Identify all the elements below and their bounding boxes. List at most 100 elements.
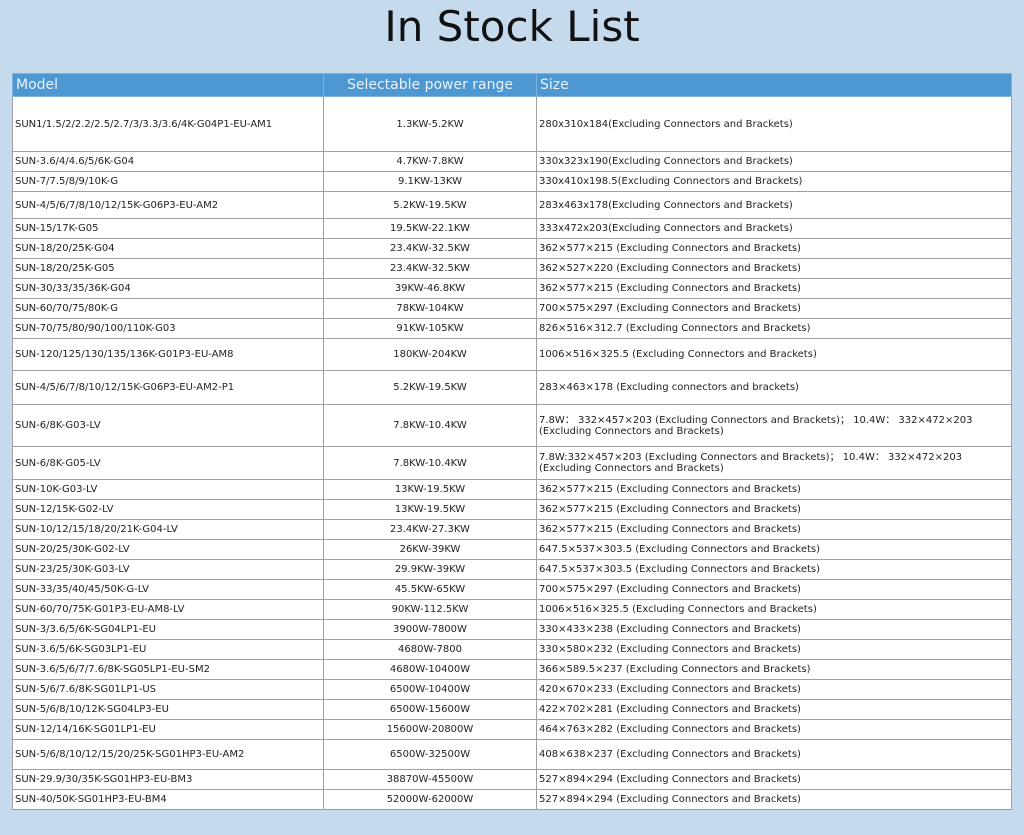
power-range-cell: 90KW-112.5KW xyxy=(323,599,537,620)
size-cell: 422×702×281 (Excluding Connectors and Br… xyxy=(536,699,1012,720)
size-cell: 362×577×215 (Excluding Connectors and Br… xyxy=(536,519,1012,540)
model-cell: SUN-3.6/5/6K-SG03LP1-EU xyxy=(12,639,324,660)
table-row: SUN-3/3.6/5/6K-SG04LP1-EU 3900W-7800W 330×… xyxy=(12,619,1012,640)
power-range-cell: 6500W-10400W xyxy=(323,679,537,700)
table-row: SUN-29.9/30/35K-SG01HP3-EU-BM3 38870W-455… xyxy=(12,769,1012,790)
model-cell: SUN-20/25/30K-G02-LV xyxy=(12,539,324,560)
model-cell: SUN-4/5/6/7/8/10/12/15K-G06P3-EU-AM2 xyxy=(12,191,324,219)
power-range-cell: 4680W-10400W xyxy=(323,659,537,680)
table-row: SUN-4/5/6/7/8/10/12/15K-G06P3-EU-AM2 5.2K… xyxy=(12,191,1012,219)
table-row: SUN-6/8K-G05-LV 7.8KW-10.4KW 7.8W:332×457×… xyxy=(12,446,1012,480)
model-cell: SUN-120/125/130/135/136K-G01P3-EU-AM8 xyxy=(12,338,324,371)
model-cell: SUN-5/6/8/10/12K-SG04LP3-EU xyxy=(12,699,324,720)
page-title: In Stock List xyxy=(384,2,640,51)
table-row: SUN-12/14/16K-SG01LP1-EU 15600W-20800W 464… xyxy=(12,719,1012,740)
model-cell: SUN-12/14/16K-SG01LP1-EU xyxy=(12,719,324,740)
size-cell: 7.8W： 332×457×203 (Excluding Connectors … xyxy=(536,404,1012,447)
size-cell: 700×575×297 (Excluding Connectors and Br… xyxy=(536,298,1012,319)
table-row: SUN-18/20/25K-G05 23.4KW-32.5KW 362×527×22… xyxy=(12,258,1012,279)
size-cell: 408×638×237 (Excluding Connectors and Br… xyxy=(536,739,1012,770)
power-range-cell: 29.9KW-39KW xyxy=(323,559,537,580)
model-cell: SUN-18/20/25K-G05 xyxy=(12,258,324,279)
power-range-cell: 45.5KW-65KW xyxy=(323,579,537,600)
model-cell: SUN-5/6/8/10/12/15/20/25K-SG01HP3-EU-AM2 xyxy=(12,739,324,770)
size-cell: 464×763×282 (Excluding Connectors and Br… xyxy=(536,719,1012,740)
size-cell: 362×577×215 (Excluding Connectors and Br… xyxy=(536,499,1012,520)
model-cell: SUN-6/8K-G03-LV xyxy=(12,404,324,447)
column-header-size: Size xyxy=(536,73,1012,97)
size-cell: 826×516×312.7 (Excluding Connectors and … xyxy=(536,318,1012,339)
table-row: SUN-3.6/5/6K-SG03LP1-EU 4680W-7800 330×580… xyxy=(12,639,1012,660)
size-cell: 362×577×215 (Excluding Connectors and Br… xyxy=(536,479,1012,500)
power-range-cell: 39KW-46.8KW xyxy=(323,278,537,299)
model-cell: SUN-4/5/6/7/8/10/12/15K-G06P3-EU-AM2-P1 xyxy=(12,370,324,405)
power-range-cell: 23.4KW-32.5KW xyxy=(323,238,537,259)
model-cell: SUN-3.6/4/4.6/5/6K-G04 xyxy=(12,151,324,172)
power-range-cell: 38870W-45500W xyxy=(323,769,537,790)
power-range-cell: 6500W-32500W xyxy=(323,739,537,770)
model-cell: SUN-10K-G03-LV xyxy=(12,479,324,500)
power-range-cell: 7.8KW-10.4KW xyxy=(323,446,537,480)
power-range-cell: 4680W-7800 xyxy=(323,639,537,660)
model-cell: SUN-23/25/30K-G03-LV xyxy=(12,559,324,580)
table-row: SUN-6/8K-G03-LV 7.8KW-10.4KW 7.8W： 332×457… xyxy=(12,404,1012,447)
model-cell: SUN-15/17K-G05 xyxy=(12,218,324,239)
size-cell: 280x310x184(Excluding Connectors and Bra… xyxy=(536,96,1012,152)
table-row: SUN-15/17K-G05 19.5KW-22.1KW 333x472x203(E… xyxy=(12,218,1012,239)
size-cell: 527×894×294 (Excluding Connectors and Br… xyxy=(536,789,1012,810)
table-row: SUN-60/70/75K-G01P3-EU-AM8-LV 90KW-112.5K… xyxy=(12,599,1012,620)
table-row: SUN-4/5/6/7/8/10/12/15K-G06P3-EU-AM2-P1 5… xyxy=(12,370,1012,405)
table-row: SUN-5/6/7.6/8K-SG01LP1-US 6500W-10400W 420… xyxy=(12,679,1012,700)
size-cell: 330×433×238 (Excluding Connectors and Br… xyxy=(536,619,1012,640)
power-range-cell: 180KW-204KW xyxy=(323,338,537,371)
power-range-cell: 7.8KW-10.4KW xyxy=(323,404,537,447)
table-row: SUN-20/25/30K-G02-LV 26KW-39KW 647.5×537×3… xyxy=(12,539,1012,560)
power-range-cell: 5.2KW-19.5KW xyxy=(323,370,537,405)
model-cell: SUN-7/7.5/8/9/10K-G xyxy=(12,171,324,192)
size-cell: 647.5×537×303.5 (Excluding Connectors an… xyxy=(536,559,1012,580)
size-cell: 366×589.5×237 (Excluding Connectors and … xyxy=(536,659,1012,680)
size-cell: 330×580×232 (Excluding Connectors and Br… xyxy=(536,639,1012,660)
size-cell: 700×575×297 (Excluding Connectors and Br… xyxy=(536,579,1012,600)
table-row: SUN-120/125/130/135/136K-G01P3-EU-AM8 180… xyxy=(12,338,1012,371)
size-cell: 527×894×294 (Excluding Connectors and Br… xyxy=(536,769,1012,790)
table-row: SUN-12/15K-G02-LV 13KW-19.5KW 362×577×215 … xyxy=(12,499,1012,520)
size-cell: 7.8W:332×457×203 (Excluding Connectors a… xyxy=(536,446,1012,480)
column-header-power-range: Selectable power range xyxy=(323,73,537,97)
table-row: SUN-10K-G03-LV 13KW-19.5KW 362×577×215 (Ex… xyxy=(12,479,1012,500)
column-header-model: Model xyxy=(12,73,324,97)
power-range-cell: 19.5KW-22.1KW xyxy=(323,218,537,239)
power-range-cell: 1.3KW-5.2KW xyxy=(323,96,537,152)
power-range-cell: 23.4KW-27.3KW xyxy=(323,519,537,540)
model-cell: SUN-18/20/25K-G04 xyxy=(12,238,324,259)
model-cell: SUN1/1.5/2/2.2/2.5/2.7/3/3.3/3.6/4K-G04P… xyxy=(12,96,324,152)
power-range-cell: 91KW-105KW xyxy=(323,318,537,339)
power-range-cell: 15600W-20800W xyxy=(323,719,537,740)
table-row: SUN-30/33/35/36K-G04 39KW-46.8KW 362×577×2… xyxy=(12,278,1012,299)
model-cell: SUN-40/50K-SG01HP3-EU-BM4 xyxy=(12,789,324,810)
model-cell: SUN-60/70/75/80K-G xyxy=(12,298,324,319)
size-cell: 420×670×233 (Excluding Connectors and Br… xyxy=(536,679,1012,700)
model-cell: SUN-10/12/15/18/20/21K-G04-LV xyxy=(12,519,324,540)
power-range-cell: 23.4KW-32.5KW xyxy=(323,258,537,279)
size-cell: 1006×516×325.5 (Excluding Connectors and… xyxy=(536,338,1012,371)
model-cell: SUN-60/70/75K-G01P3-EU-AM8-LV xyxy=(12,599,324,620)
model-cell: SUN-70/75/80/90/100/110K-G03 xyxy=(12,318,324,339)
table-row: SUN-3.6/4/4.6/5/6K-G04 4.7KW-7.8KW 330x323… xyxy=(12,151,1012,172)
size-cell: 362×527×220 (Excluding Connectors and Br… xyxy=(536,258,1012,279)
model-cell: SUN-30/33/35/36K-G04 xyxy=(12,278,324,299)
power-range-cell: 3900W-7800W xyxy=(323,619,537,640)
size-cell: 330x410x198.5(Excluding Connectors and B… xyxy=(536,171,1012,192)
table-row: SUN-70/75/80/90/100/110K-G03 91KW-105KW 82… xyxy=(12,318,1012,339)
table-row: SUN-5/6/8/10/12/15/20/25K-SG01HP3-EU-AM2… xyxy=(12,739,1012,770)
power-range-cell: 5.2KW-19.5KW xyxy=(323,191,537,219)
model-cell: SUN-33/35/40/45/50K-G-LV xyxy=(12,579,324,600)
size-cell: 283×463×178 (Excluding connectors and br… xyxy=(536,370,1012,405)
model-cell: SUN-3/3.6/5/6K-SG04LP1-EU xyxy=(12,619,324,640)
model-cell: SUN-3.6/5/6/7/7.6/8K-SG05LP1-EU-SM2 xyxy=(12,659,324,680)
power-range-cell: 78KW-104KW xyxy=(323,298,537,319)
model-cell: SUN-5/6/7.6/8K-SG01LP1-US xyxy=(12,679,324,700)
table-row: SUN-10/12/15/18/20/21K-G04-LV 23.4KW-27.3… xyxy=(12,519,1012,540)
table-row: SUN-7/7.5/8/9/10K-G 9.1KW-13KW 330x410x198… xyxy=(12,171,1012,192)
table-row: SUN-5/6/8/10/12K-SG04LP3-EU 6500W-15600W 4… xyxy=(12,699,1012,720)
